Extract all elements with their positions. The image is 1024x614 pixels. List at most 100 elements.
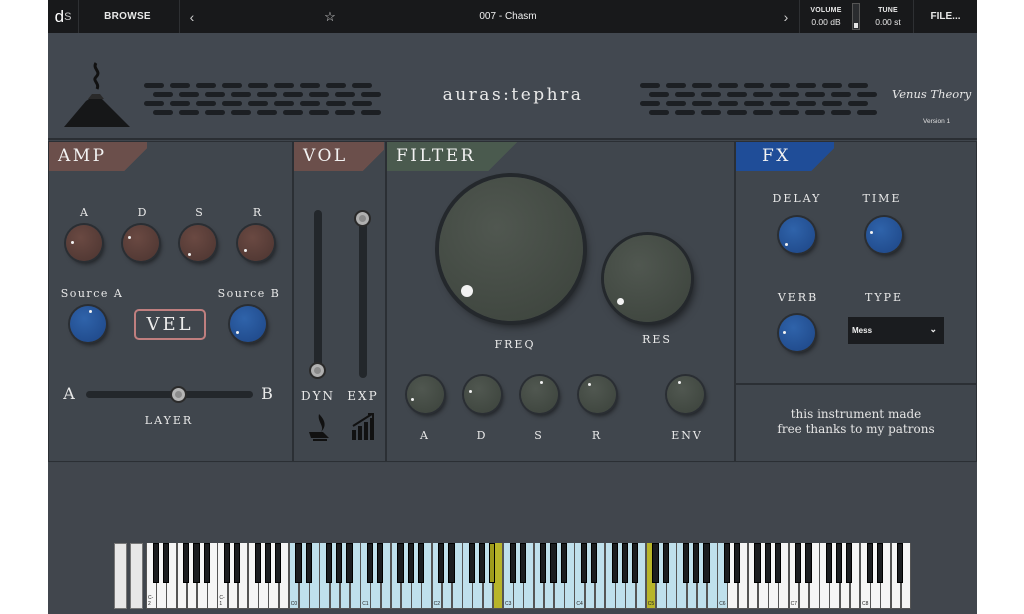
black-key[interactable] (683, 543, 690, 583)
amp-release-knob[interactable] (238, 225, 274, 261)
preset-name[interactable]: 007 - Chasm (408, 0, 608, 33)
black-key[interactable] (897, 543, 904, 583)
grille-slot (805, 92, 825, 97)
filter-decay-knob[interactable] (464, 376, 501, 413)
mod-wheel[interactable] (130, 543, 143, 609)
grille-slot (326, 83, 346, 88)
knob-indicator (244, 249, 247, 252)
time-knob[interactable] (866, 217, 902, 253)
black-key[interactable] (162, 543, 169, 583)
black-key[interactable] (264, 543, 271, 583)
black-key[interactable] (407, 543, 414, 583)
freq-knob[interactable] (439, 177, 583, 321)
black-key[interactable] (377, 543, 384, 583)
black-key[interactable] (366, 543, 373, 583)
black-key[interactable] (693, 543, 700, 583)
delay-knob[interactable] (779, 217, 815, 253)
black-key[interactable] (295, 543, 302, 583)
black-key[interactable] (723, 543, 730, 583)
black-key[interactable] (254, 543, 261, 583)
exp-slider-track[interactable] (359, 218, 367, 378)
black-key[interactable] (550, 543, 557, 583)
black-key[interactable] (754, 543, 761, 583)
black-key[interactable] (591, 543, 598, 583)
black-key[interactable] (876, 543, 883, 583)
volume-value[interactable]: 0.00 dB (811, 17, 840, 27)
black-key[interactable] (397, 543, 404, 583)
reverb-type-select[interactable]: Mess ⌄ (848, 317, 944, 344)
tune-control[interactable]: TUNE 0.00 st (866, 0, 910, 33)
black-key[interactable] (152, 543, 159, 583)
black-key[interactable] (774, 543, 781, 583)
black-key[interactable] (519, 543, 526, 583)
filter-release-knob[interactable] (579, 376, 616, 413)
black-key[interactable] (734, 543, 741, 583)
black-key[interactable] (468, 543, 475, 583)
black-key[interactable] (652, 543, 659, 583)
exp-slider-thumb[interactable] (354, 210, 371, 227)
black-key[interactable] (489, 543, 496, 583)
delay-label: DELAY (772, 192, 822, 205)
black-key[interactable] (621, 543, 628, 583)
grille-slot (248, 83, 268, 88)
black-key[interactable] (795, 543, 802, 583)
black-key[interactable] (825, 543, 832, 583)
black-key[interactable] (417, 543, 424, 583)
layer-slider-thumb[interactable] (169, 386, 187, 403)
source-b-knob[interactable] (230, 306, 266, 342)
amp-sustain-knob[interactable] (180, 225, 216, 261)
amp-decay-knob[interactable] (123, 225, 159, 261)
black-key[interactable] (193, 543, 200, 583)
black-key[interactable] (224, 543, 231, 583)
black-key[interactable] (203, 543, 210, 583)
black-key[interactable] (581, 543, 588, 583)
favorite-star-icon[interactable]: ☆ (318, 0, 342, 33)
source-a-knob[interactable] (70, 306, 106, 342)
black-key[interactable] (764, 543, 771, 583)
verb-knob[interactable] (779, 315, 815, 351)
black-key[interactable] (662, 543, 669, 583)
black-key[interactable] (836, 543, 843, 583)
black-key[interactable] (305, 543, 312, 583)
black-key[interactable] (509, 543, 516, 583)
black-key[interactable] (560, 543, 567, 583)
black-key[interactable] (438, 543, 445, 583)
piano-keyboard[interactable]: C-2 C-1 C0 C1 C2 C3 C4 C5 C6 C7 C8 (146, 543, 912, 609)
black-key[interactable] (703, 543, 710, 583)
grille-slot (692, 101, 712, 106)
black-key[interactable] (866, 543, 873, 583)
amp-attack-knob[interactable] (66, 225, 102, 261)
next-preset-icon[interactable]: › (774, 0, 798, 33)
black-key[interactable] (540, 543, 547, 583)
black-key[interactable] (805, 543, 812, 583)
black-key[interactable] (346, 543, 353, 583)
black-key[interactable] (448, 543, 455, 583)
black-key[interactable] (275, 543, 282, 583)
dyn-slider-track[interactable] (314, 210, 322, 370)
res-knob[interactable] (604, 235, 691, 322)
filter-sustain-knob[interactable] (521, 376, 558, 413)
browse-button[interactable]: BROWSE (79, 0, 176, 33)
prev-preset-icon[interactable]: ‹ (180, 0, 204, 33)
black-key[interactable] (234, 543, 241, 583)
octave-label: C6 (719, 601, 726, 607)
black-key[interactable] (336, 543, 343, 583)
tune-value[interactable]: 0.00 st (875, 17, 901, 27)
black-key[interactable] (183, 543, 190, 583)
velocity-button[interactable]: VEL (134, 309, 206, 340)
file-menu-button[interactable]: FILE... (914, 0, 977, 33)
volume-control[interactable]: VOLUME 0.00 dB (800, 0, 852, 33)
black-key[interactable] (611, 543, 618, 583)
time-label: TIME (862, 192, 902, 205)
pitch-wheel[interactable] (114, 543, 127, 609)
black-key[interactable] (846, 543, 853, 583)
filter-attack-knob[interactable] (407, 376, 444, 413)
black-key[interactable] (326, 543, 333, 583)
dyn-slider-thumb[interactable] (309, 362, 326, 379)
black-key[interactable] (479, 543, 486, 583)
filter-env-knob[interactable] (667, 376, 704, 413)
octave-label: C1 (362, 601, 369, 607)
verb-label: VERB (777, 291, 819, 304)
black-key[interactable] (632, 543, 639, 583)
amp-panel: AMP A D S R Source A Source B VEL A B LA… (48, 141, 293, 462)
